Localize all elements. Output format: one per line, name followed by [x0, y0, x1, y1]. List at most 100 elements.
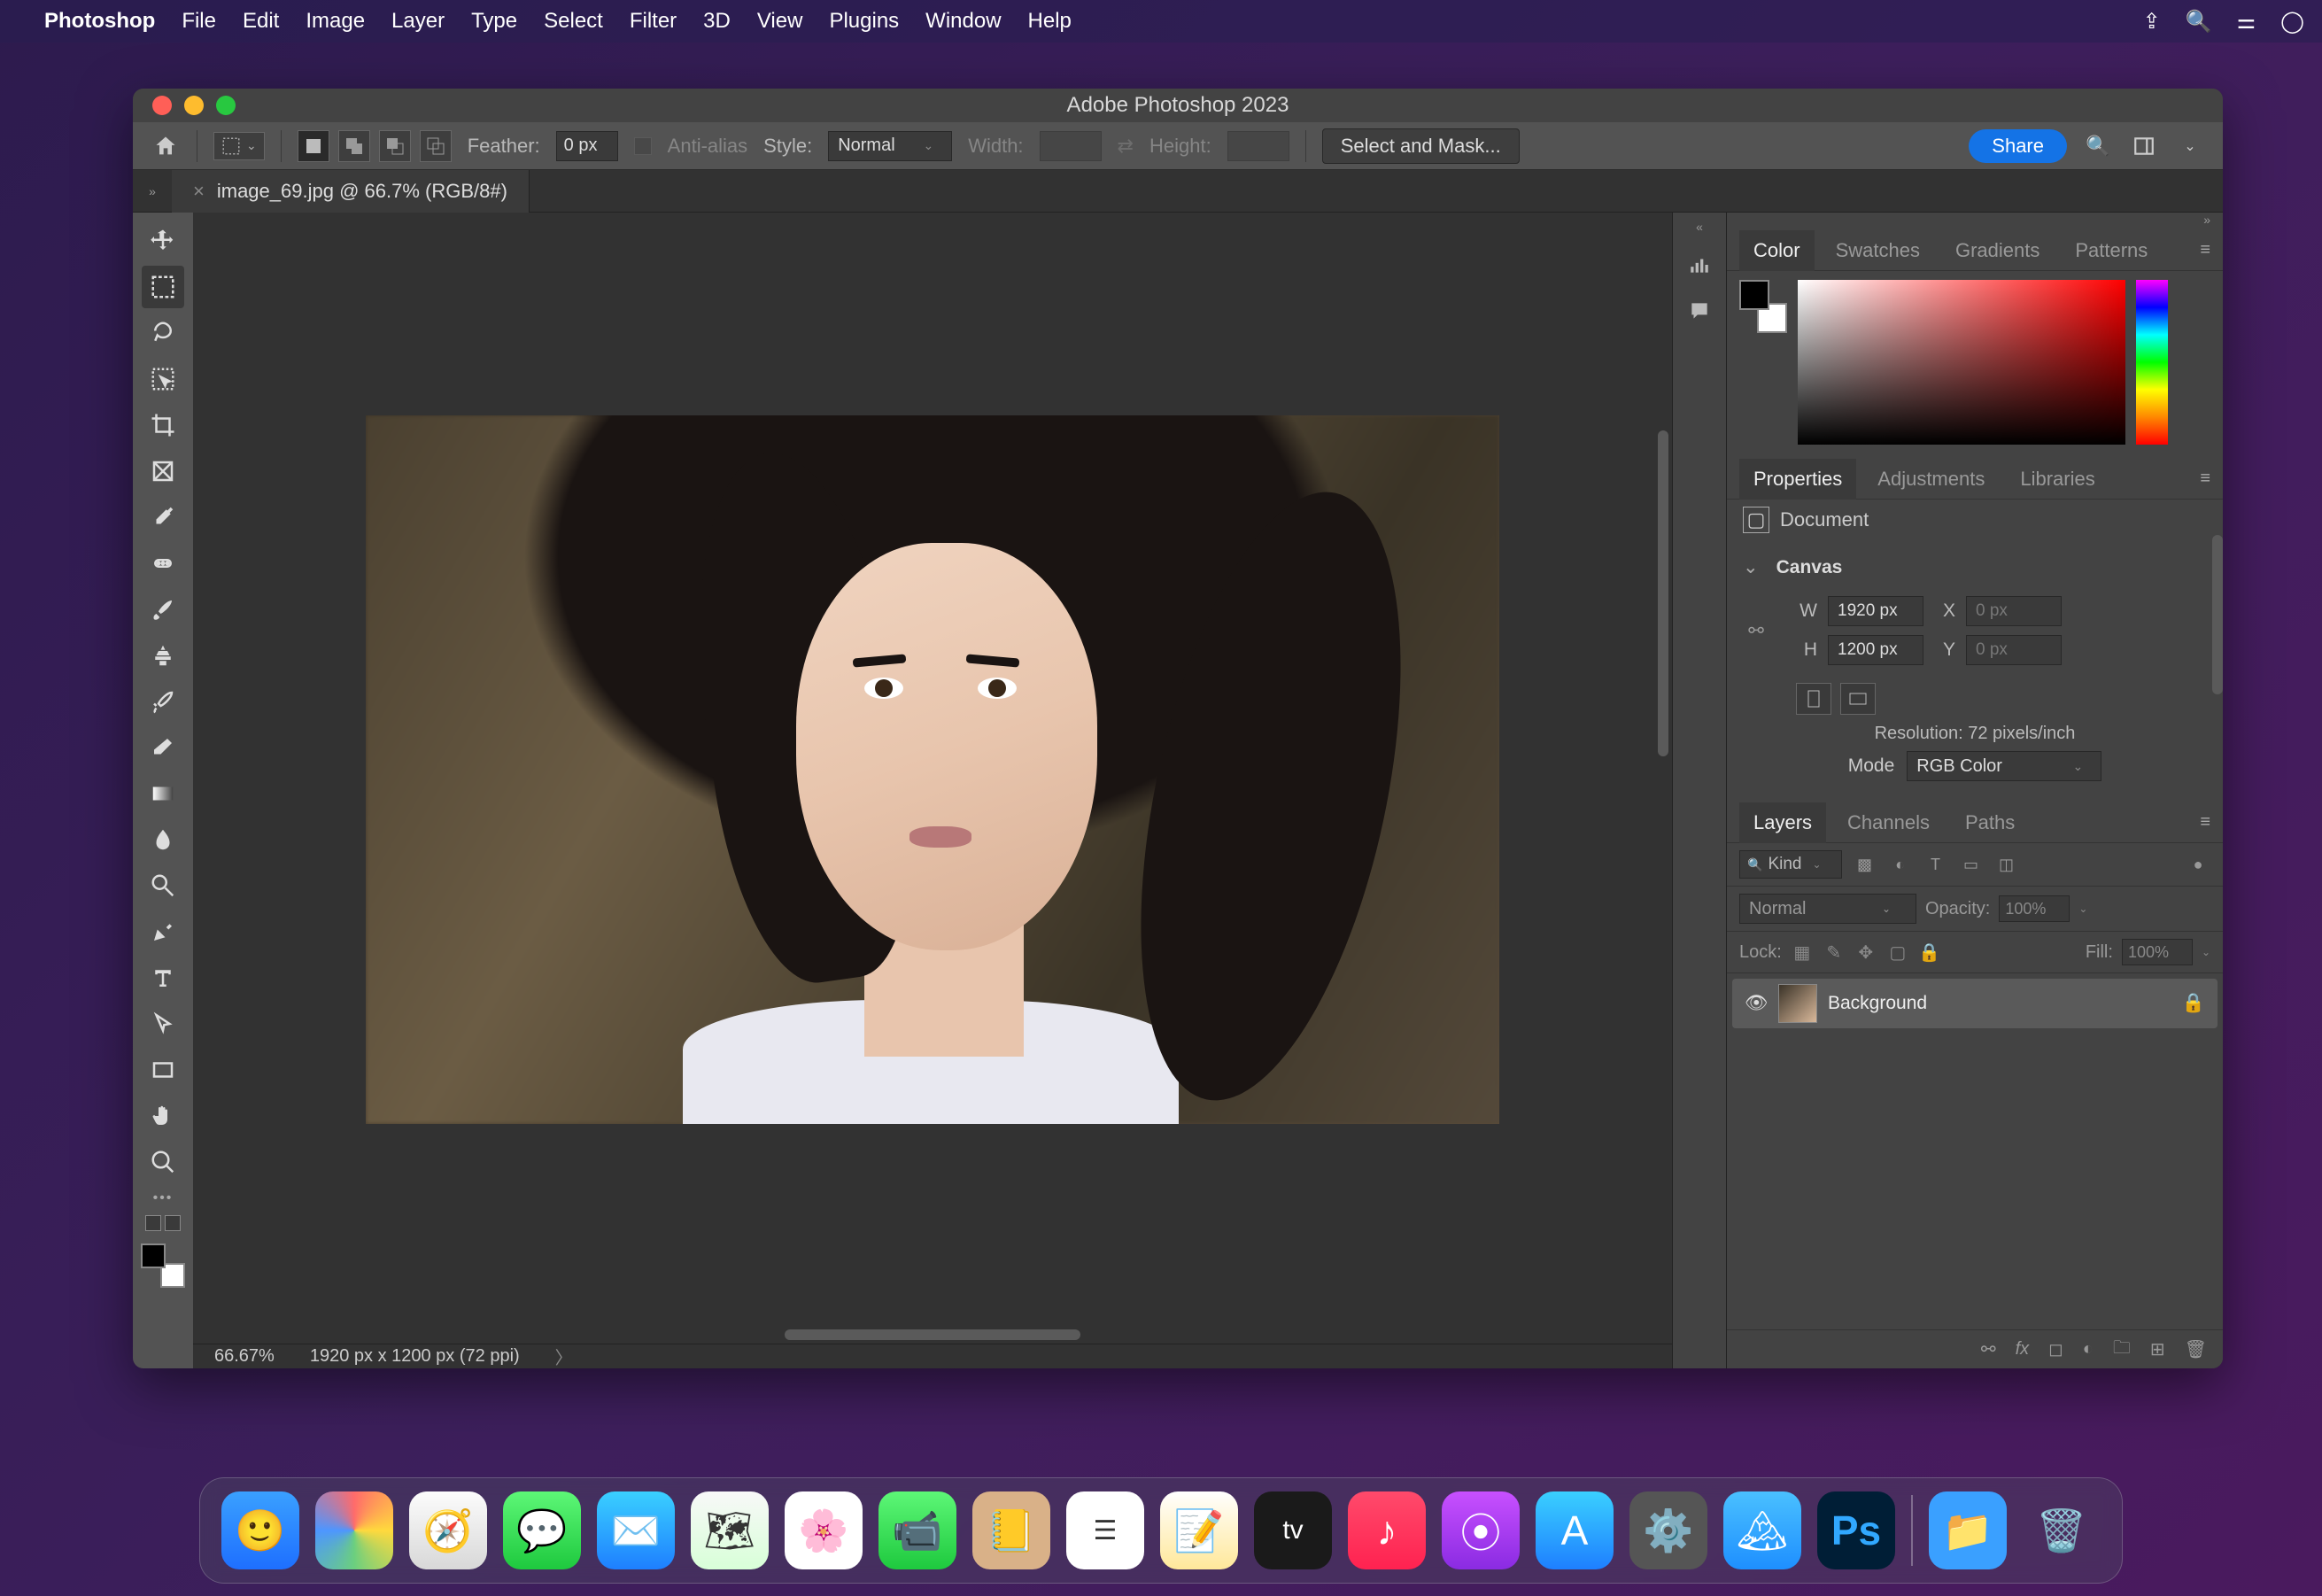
- filter-shape-icon[interactable]: ▭: [1959, 852, 1984, 877]
- menu-3d[interactable]: 3D: [703, 9, 731, 34]
- panels-collapse-icon[interactable]: »: [1727, 213, 2223, 230]
- properties-panel-menu-icon[interactable]: ≡: [2200, 469, 2210, 489]
- layer-mask-icon[interactable]: ◻: [2048, 1338, 2063, 1360]
- fill-input[interactable]: [2122, 939, 2193, 965]
- comments-panel-icon[interactable]: [1684, 296, 1714, 326]
- canvas-viewport[interactable]: [193, 213, 1672, 1326]
- object-selection-tool[interactable]: [142, 358, 184, 400]
- menu-layer[interactable]: Layer: [391, 9, 445, 34]
- layer-style-icon[interactable]: fx: [2016, 1339, 2030, 1360]
- select-and-mask-button[interactable]: Select and Mask...: [1322, 128, 1520, 164]
- filter-type-icon[interactable]: T: [1923, 852, 1948, 877]
- tools-collapse-icon[interactable]: »: [133, 184, 172, 198]
- blend-mode-select[interactable]: Normal⌄: [1739, 894, 1916, 924]
- dock-mail[interactable]: ✉️: [597, 1491, 675, 1569]
- dock-photoshop[interactable]: Ps: [1817, 1491, 1895, 1569]
- document-tab[interactable]: × image_69.jpg @ 66.7% (RGB/8#): [172, 170, 530, 213]
- layers-panel-menu-icon[interactable]: ≡: [2200, 812, 2210, 833]
- app-menu[interactable]: Photoshop: [44, 9, 155, 34]
- orientation-landscape-button[interactable]: [1840, 683, 1876, 715]
- properties-scrollbar[interactable]: [2212, 535, 2223, 694]
- menu-window[interactable]: Window: [925, 9, 1001, 34]
- color-mode-select[interactable]: RGB Color⌄: [1907, 751, 2101, 781]
- orientation-portrait-button[interactable]: [1796, 683, 1831, 715]
- lasso-tool[interactable]: [142, 312, 184, 354]
- tab-close-icon[interactable]: ×: [193, 180, 205, 203]
- layer-row-background[interactable]: 👁 Background 🔒: [1732, 979, 2218, 1028]
- blur-tool[interactable]: [142, 818, 184, 861]
- lock-artboard-icon[interactable]: ▢: [1886, 941, 1909, 964]
- layer-visibility-icon[interactable]: 👁: [1745, 993, 1768, 1014]
- dock-appstore[interactable]: A: [1536, 1491, 1614, 1569]
- new-layer-icon[interactable]: ⊞: [2150, 1338, 2165, 1360]
- rectangle-tool[interactable]: [142, 1049, 184, 1091]
- filter-pixel-icon[interactable]: ▩: [1853, 852, 1877, 877]
- layer-lock-icon[interactable]: 🔒: [2182, 993, 2205, 1014]
- window-zoom-button[interactable]: [216, 96, 236, 115]
- menu-filter[interactable]: Filter: [630, 9, 677, 34]
- dock-messages[interactable]: 💬: [503, 1491, 581, 1569]
- dock-podcasts[interactable]: ⦿: [1442, 1491, 1520, 1569]
- dock-finder[interactable]: 🙂: [221, 1491, 299, 1569]
- home-button[interactable]: [151, 131, 181, 161]
- zoom-tool[interactable]: [142, 1141, 184, 1183]
- canvas-section-caret-icon[interactable]: ⌄: [1743, 556, 1759, 578]
- menu-file[interactable]: File: [182, 9, 216, 34]
- lock-position-icon[interactable]: ✥: [1854, 941, 1877, 964]
- brush-tool[interactable]: [142, 588, 184, 631]
- selection-intersect-button[interactable]: [420, 130, 452, 162]
- link-dimensions-icon[interactable]: ⚯: [1743, 620, 1769, 642]
- hand-tool[interactable]: [142, 1095, 184, 1137]
- tab-color[interactable]: Color: [1739, 230, 1815, 271]
- style-select[interactable]: Normal⌄: [828, 131, 952, 161]
- menu-plugins[interactable]: Plugins: [829, 9, 899, 34]
- menu-type[interactable]: Type: [471, 9, 517, 34]
- menu-image[interactable]: Image: [306, 9, 365, 34]
- midstrip-collapse-icon[interactable]: «: [1696, 220, 1703, 234]
- eyedropper-tool[interactable]: [142, 496, 184, 538]
- horizontal-scrollbar[interactable]: [193, 1326, 1672, 1344]
- tab-layers[interactable]: Layers: [1739, 802, 1826, 843]
- foreground-background-color[interactable]: [141, 1243, 185, 1288]
- healing-brush-tool[interactable]: [142, 542, 184, 585]
- canvas-height-input[interactable]: [1828, 635, 1923, 665]
- foreground-color-swatch[interactable]: [141, 1243, 166, 1268]
- workspace-menu-icon[interactable]: ⌄: [2175, 131, 2205, 161]
- dock-downloads[interactable]: 📁: [1929, 1491, 2007, 1569]
- dock-music[interactable]: ♪: [1348, 1491, 1426, 1569]
- dock-maps[interactable]: 🗺: [691, 1491, 769, 1569]
- tab-properties[interactable]: Properties: [1739, 459, 1856, 500]
- marquee-tool[interactable]: [142, 266, 184, 308]
- type-tool[interactable]: [142, 957, 184, 999]
- histogram-panel-icon[interactable]: [1684, 250, 1714, 280]
- adjustment-layer-icon[interactable]: ◐: [2083, 1339, 2094, 1360]
- menu-view[interactable]: View: [757, 9, 803, 34]
- window-minimize-button[interactable]: [184, 96, 204, 115]
- layer-group-icon[interactable]: 🗀: [2113, 1335, 2131, 1365]
- dock-facetime[interactable]: 📹: [878, 1491, 956, 1569]
- dock-tv[interactable]: tv: [1254, 1491, 1332, 1569]
- lock-transparency-icon[interactable]: ▦: [1791, 941, 1814, 964]
- tab-paths[interactable]: Paths: [1951, 802, 2029, 843]
- tab-swatches[interactable]: Swatches: [1822, 230, 1934, 271]
- layer-thumbnail[interactable]: [1778, 984, 1817, 1023]
- tab-adjustments[interactable]: Adjustments: [1863, 459, 1999, 500]
- window-titlebar[interactable]: Adobe Photoshop 2023: [133, 89, 2223, 122]
- menubar-spotlight-icon[interactable]: 🔍: [2186, 9, 2212, 35]
- link-layers-icon[interactable]: ⚯: [1981, 1338, 1996, 1360]
- menu-help[interactable]: Help: [1028, 9, 1072, 34]
- lock-all-icon[interactable]: 🔒: [1918, 941, 1941, 964]
- menu-select[interactable]: Select: [544, 9, 603, 34]
- menu-edit[interactable]: Edit: [243, 9, 279, 34]
- color-panel-menu-icon[interactable]: ≡: [2200, 240, 2210, 260]
- menubar-siri-icon[interactable]: ◯: [2280, 9, 2304, 35]
- doc-dimensions[interactable]: 1920 px x 1200 px (72 ppi): [310, 1346, 520, 1367]
- document-canvas[interactable]: [366, 415, 1499, 1124]
- dock-reminders[interactable]: ☰: [1066, 1491, 1144, 1569]
- dock-photos[interactable]: 🌸: [785, 1491, 863, 1569]
- dock-contacts[interactable]: 📒: [972, 1491, 1050, 1569]
- crop-tool[interactable]: [142, 404, 184, 446]
- lock-pixels-icon[interactable]: ✎: [1823, 941, 1846, 964]
- color-fgbg-swatch[interactable]: [1739, 280, 1787, 333]
- selection-new-button[interactable]: [298, 130, 329, 162]
